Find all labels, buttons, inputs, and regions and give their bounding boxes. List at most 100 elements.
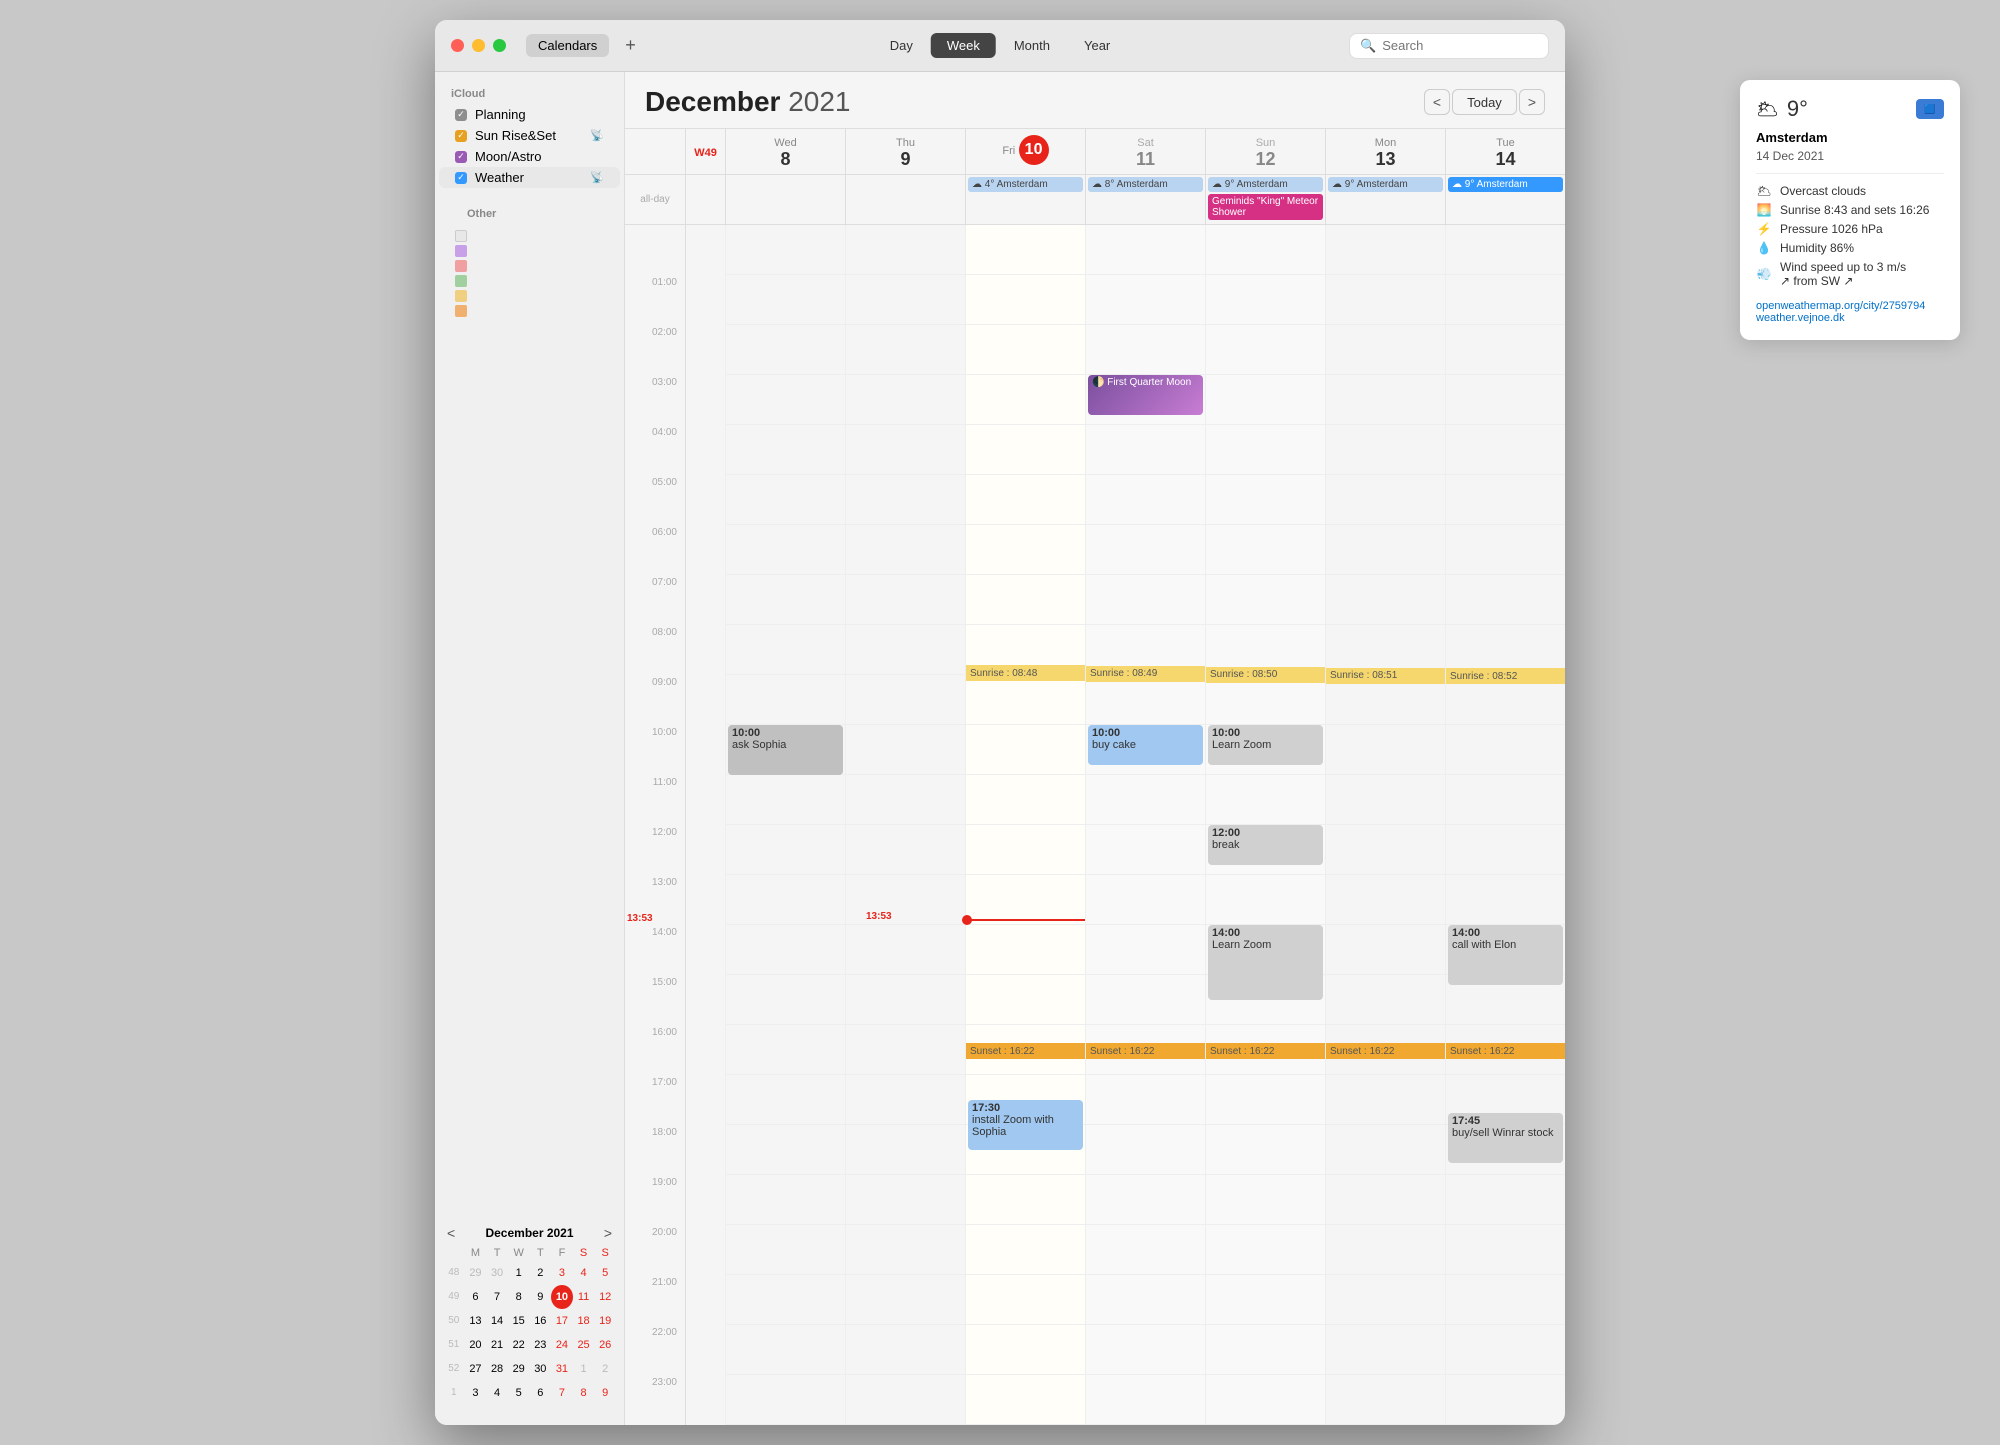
mini-cal-day[interactable]: 5	[508, 1381, 530, 1405]
mini-cal-day[interactable]: 25	[573, 1333, 595, 1357]
event-break[interactable]: 12:00break	[1208, 825, 1323, 865]
calendars-button[interactable]: Calendars	[526, 34, 609, 57]
mini-cal-day[interactable]: 22	[508, 1333, 530, 1357]
other-cal-4	[455, 275, 467, 287]
main-layout: iCloud ✓ Planning ✓ Sun Rise&Set 📡 ✓ Moo…	[435, 72, 1565, 1425]
time-12: 12:00	[625, 825, 685, 875]
mini-cal-day[interactable]: 19	[594, 1309, 616, 1333]
mini-cal-day[interactable]: 30	[486, 1261, 508, 1285]
mini-cal-day[interactable]: 24	[551, 1333, 573, 1357]
time-16: 16:00	[625, 1025, 685, 1075]
search-box[interactable]: 🔍	[1349, 33, 1549, 59]
mini-cal-day[interactable]: 10	[551, 1285, 573, 1309]
mini-cal-day[interactable]: 9	[594, 1381, 616, 1405]
weather-link-openweather[interactable]: openweathermap.org/city/2759794	[1756, 300, 1944, 312]
sidebar-item-moonastro[interactable]: ✓ Moon/Astro	[439, 146, 620, 167]
day-num-fri: 10	[1019, 135, 1049, 165]
time-grid: 01:00 02:00 03:00 04:00 05:00 06:00 07:0…	[625, 225, 1565, 1425]
event-install-zoom-with-sophia[interactable]: 17:30install Zoom with Sophia	[968, 1100, 1083, 1150]
mini-cal-next[interactable]: >	[604, 1225, 612, 1241]
event-buy/sell-winrar-stock[interactable]: 17:45buy/sell Winrar stock	[1448, 1113, 1563, 1163]
close-button[interactable]	[451, 39, 464, 52]
mini-cal-day[interactable]: 21	[486, 1333, 508, 1357]
mini-cal-day[interactable]: 15	[508, 1309, 530, 1333]
day-name-fri: Fri	[1002, 145, 1015, 157]
weather-wind-row: 💨 Wind speed up to 3 m/s ↗ from SW ↗	[1756, 260, 1944, 288]
mini-cal-day[interactable]: 4	[573, 1261, 595, 1285]
day-num-mon: 13	[1326, 149, 1445, 170]
mini-cal-day[interactable]: 1	[508, 1261, 530, 1285]
mini-cal-day[interactable]: 6	[465, 1285, 487, 1309]
mini-cal-day[interactable]: 2	[530, 1261, 552, 1285]
sunset-event-fri: Sunset : 16:22	[966, 1043, 1085, 1059]
event-learn-zoom[interactable]: 10:00Learn Zoom	[1208, 725, 1323, 765]
weather-link-vejnoe[interactable]: weather.vejnoe.dk	[1756, 312, 1944, 324]
day-header-sun: Sun 12	[1205, 129, 1325, 174]
mini-cal-day[interactable]: 29	[465, 1261, 487, 1285]
other-cal-5	[455, 290, 467, 302]
mini-cal-day[interactable]: 6	[530, 1381, 552, 1405]
time-15: 15:00	[625, 975, 685, 1025]
sidebar-item-sunriseset[interactable]: ✓ Sun Rise&Set 📡	[439, 125, 620, 146]
mini-cal-day[interactable]: 29	[508, 1357, 530, 1381]
mini-cal-day[interactable]: 31	[551, 1357, 573, 1381]
next-week-button[interactable]: >	[1519, 89, 1545, 115]
mini-cal-day[interactable]: 26	[594, 1333, 616, 1357]
mini-cal-day[interactable]: 13	[465, 1309, 487, 1333]
mini-cal-day[interactable]: 17	[551, 1309, 573, 1333]
today-button[interactable]: Today	[1452, 89, 1517, 115]
mini-cal-day[interactable]: 3	[551, 1261, 573, 1285]
mini-cal-day[interactable]: 12	[594, 1285, 616, 1309]
mini-cal-day[interactable]: 20	[465, 1333, 487, 1357]
moon-event-sat[interactable]: 🌓 First Quarter Moon	[1088, 375, 1203, 415]
mini-cal-day[interactable]: 14	[486, 1309, 508, 1333]
mini-cal-day[interactable]: 2	[594, 1357, 616, 1381]
mini-cal-day[interactable]: 11	[573, 1285, 595, 1309]
event-learn-zoom[interactable]: 14:00Learn Zoom	[1208, 925, 1323, 1000]
sidebar-item-planning[interactable]: ✓ Planning	[439, 104, 620, 125]
time-21: 21:00	[625, 1275, 685, 1325]
weather-condition: Overcast clouds	[1780, 184, 1866, 198]
add-calendar-button[interactable]: +	[625, 35, 636, 56]
mini-cal-day[interactable]: 4	[486, 1381, 508, 1405]
time-19: 19:00	[625, 1175, 685, 1225]
mini-cal-day[interactable]: 8	[573, 1381, 595, 1405]
mini-cal-day[interactable]: 9	[530, 1285, 552, 1309]
tab-day[interactable]: Day	[874, 33, 929, 58]
day-num-tue: 14	[1446, 149, 1565, 170]
mini-cal-day[interactable]: 7	[486, 1285, 508, 1309]
mini-cal-day[interactable]: 5	[594, 1261, 616, 1285]
event-buy-cake[interactable]: 10:00buy cake	[1088, 725, 1203, 765]
titlebar: Calendars + Day Week Month Year 🔍	[435, 20, 1565, 72]
maximize-button[interactable]	[493, 39, 506, 52]
mini-cal-prev[interactable]: <	[447, 1225, 455, 1241]
day-header-mon: Mon 13	[1325, 129, 1445, 174]
sidebar-item-weather[interactable]: ✓ Weather 📡	[439, 167, 620, 188]
mini-cal-day[interactable]: 8	[508, 1285, 530, 1309]
week-grid: W49 Wed 8 Thu 9 Fri 10 Sat	[625, 129, 1565, 1425]
week-num-grid-col	[685, 225, 725, 1425]
nav-group: < Today >	[1424, 89, 1545, 115]
mini-cal-day[interactable]: 18	[573, 1309, 595, 1333]
day-name-sat: Sat	[1137, 137, 1154, 149]
tab-week[interactable]: Week	[931, 33, 996, 58]
mini-cal-th-s: S	[573, 1245, 595, 1261]
mini-cal-day[interactable]: 3	[465, 1381, 487, 1405]
mini-cal-day[interactable]: 16	[530, 1309, 552, 1333]
event-ask-sophia[interactable]: 10:00ask Sophia	[728, 725, 843, 775]
event-call-with-elon[interactable]: 14:00call with Elon	[1448, 925, 1563, 985]
mini-cal-day[interactable]: 1	[573, 1357, 595, 1381]
mini-cal-day[interactable]: 23	[530, 1333, 552, 1357]
search-icon: 🔍	[1360, 38, 1376, 54]
tab-year[interactable]: Year	[1068, 33, 1126, 58]
time-22: 22:00	[625, 1325, 685, 1375]
mini-cal-day[interactable]: 7	[551, 1381, 573, 1405]
mini-cal-day[interactable]: 27	[465, 1357, 487, 1381]
mini-cal-day[interactable]: 28	[486, 1357, 508, 1381]
prev-week-button[interactable]: <	[1424, 89, 1450, 115]
tab-month[interactable]: Month	[998, 33, 1066, 58]
search-input[interactable]	[1382, 38, 1538, 53]
all-day-label: all-day	[625, 175, 685, 224]
minimize-button[interactable]	[472, 39, 485, 52]
mini-cal-day[interactable]: 30	[530, 1357, 552, 1381]
